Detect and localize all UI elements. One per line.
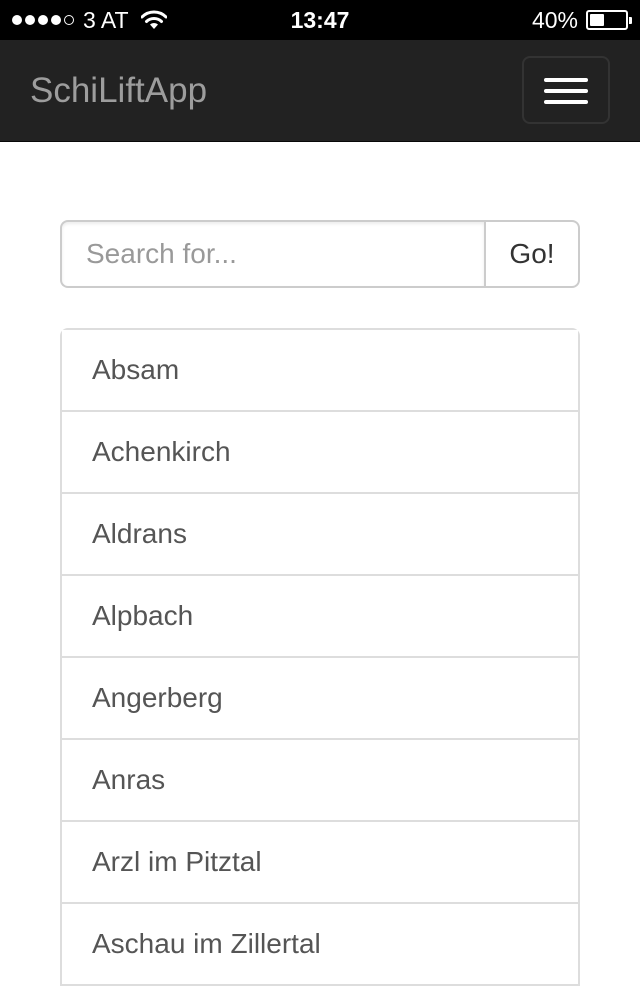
location-list-item[interactable]: Aschau im Zillertal bbox=[62, 904, 578, 986]
brand-link[interactable]: SchiLiftApp bbox=[30, 40, 207, 141]
location-list-item[interactable]: Alpbach bbox=[62, 576, 578, 658]
battery-icon bbox=[586, 10, 632, 30]
status-right: 40% bbox=[531, 0, 632, 40]
location-list-item[interactable]: Anras bbox=[62, 740, 578, 822]
location-list: Absam Achenkirch Aldrans Alpbach Angerberg An… bbox=[60, 328, 580, 986]
battery-percentage: 40% bbox=[531, 6, 578, 33]
hamburger-bar bbox=[544, 100, 588, 104]
go-button[interactable]: Go! bbox=[484, 220, 580, 288]
hamburger-bar bbox=[544, 89, 588, 93]
search-input[interactable] bbox=[60, 220, 484, 288]
location-list-item[interactable]: Absam bbox=[62, 330, 578, 412]
hamburger-bar bbox=[544, 78, 588, 82]
location-list-item[interactable]: Achenkirch bbox=[62, 412, 578, 494]
navbar: SchiLiftApp bbox=[0, 40, 640, 142]
menu-toggle-button[interactable] bbox=[522, 56, 610, 124]
search-group: Go! bbox=[60, 220, 580, 288]
battery-fill bbox=[590, 14, 604, 26]
battery-cap bbox=[629, 17, 632, 24]
location-list-item[interactable]: Angerberg bbox=[62, 658, 578, 740]
status-bar: 3 AT 13:47 40% bbox=[0, 0, 640, 40]
location-list-item[interactable]: Aldrans bbox=[62, 494, 578, 576]
location-list-item[interactable]: Arzl im Pitztal bbox=[62, 822, 578, 904]
